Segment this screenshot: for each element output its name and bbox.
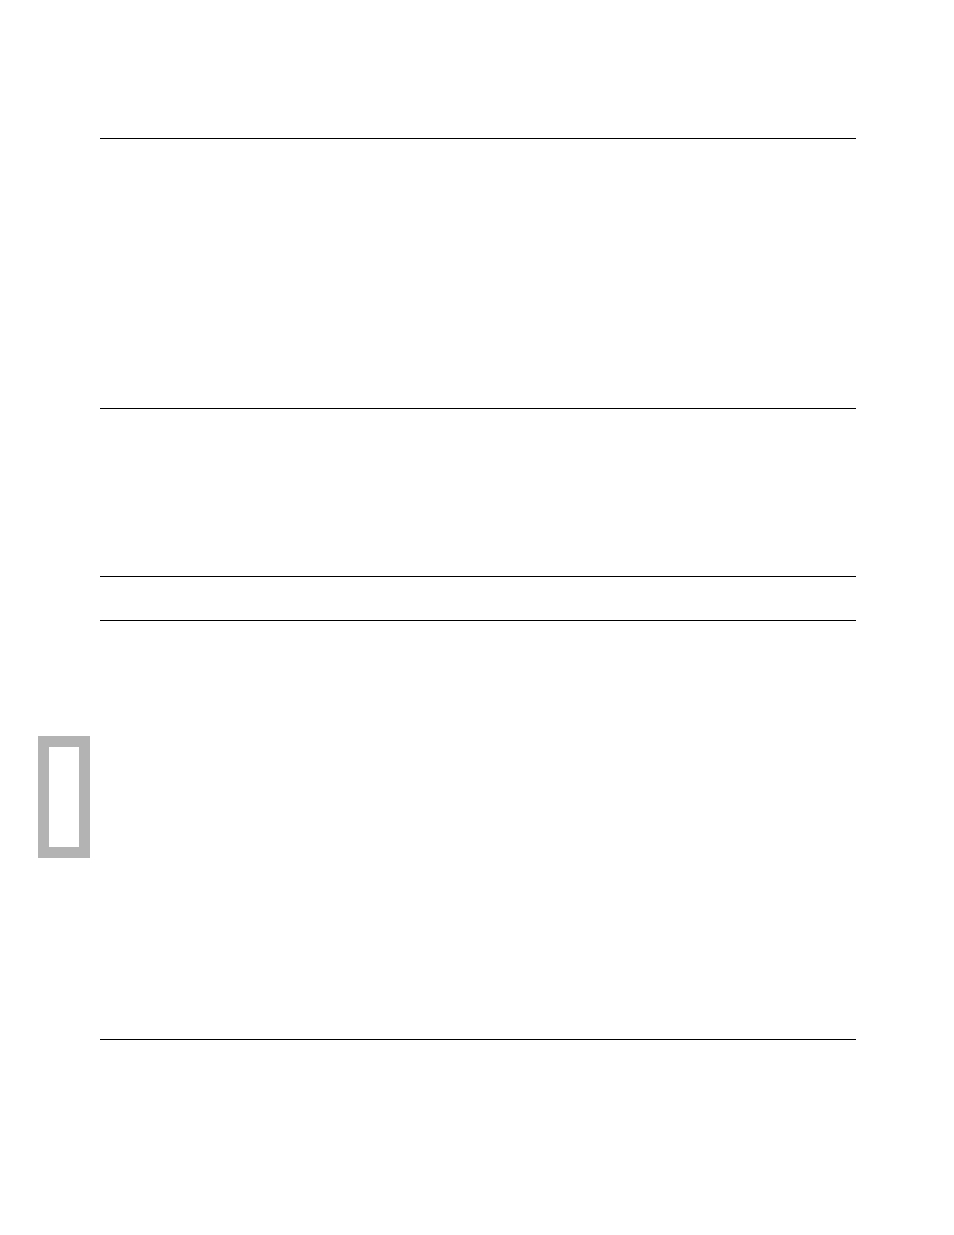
horizontal-rule: [100, 620, 856, 621]
horizontal-rule: [100, 138, 856, 139]
horizontal-rule: [100, 576, 856, 577]
horizontal-rule: [100, 408, 856, 409]
horizontal-rule: [100, 1039, 856, 1040]
side-tab-inner: [49, 747, 79, 847]
